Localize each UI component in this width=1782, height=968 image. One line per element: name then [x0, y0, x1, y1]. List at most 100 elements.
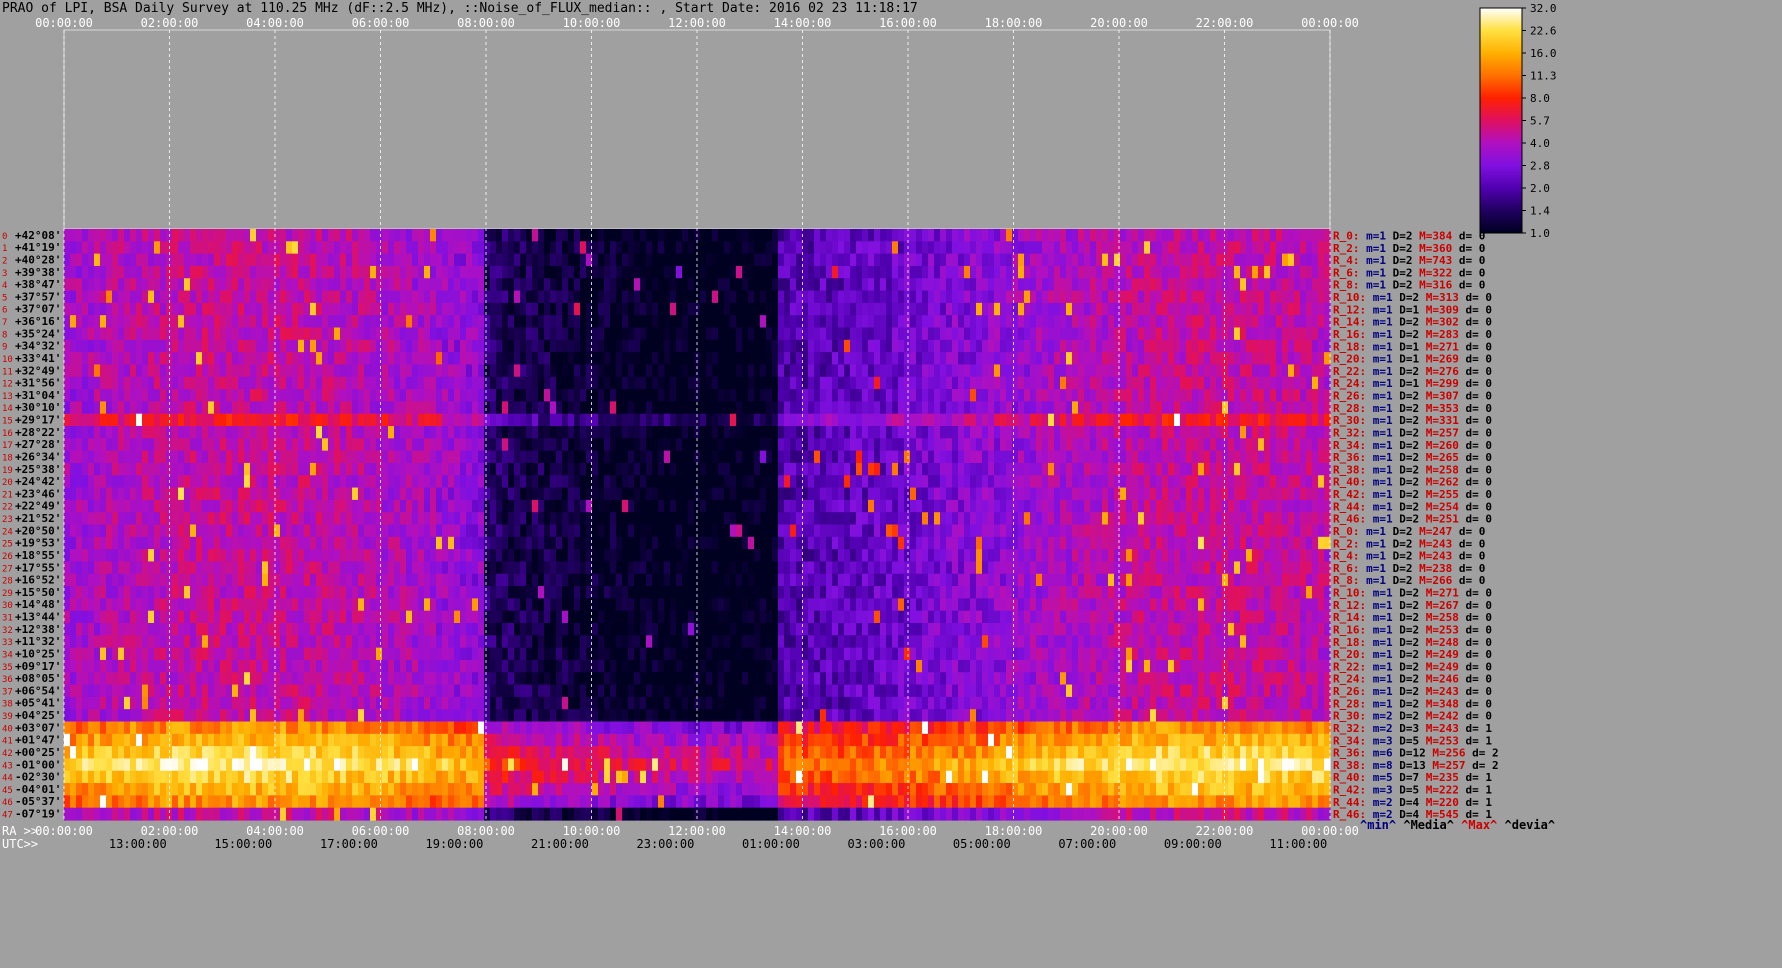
heatmap-cell: [370, 376, 377, 390]
heatmap-cell: [640, 438, 647, 452]
heatmap-cell: [214, 462, 221, 476]
heatmap-cell: [388, 475, 395, 489]
heatmap-cell: [448, 364, 455, 378]
heatmap-cell: [1300, 364, 1307, 378]
heatmap-cell: [148, 462, 155, 476]
heatmap-cell: [1300, 229, 1307, 242]
heatmap-cell: [742, 462, 749, 476]
heatmap-cell: [346, 253, 353, 267]
heatmap-cell: [766, 413, 773, 427]
heatmap-cell: [112, 450, 119, 464]
heatmap-cell: [1162, 315, 1169, 329]
heatmap-cell: [472, 278, 479, 292]
heatmap-cell: [1000, 376, 1007, 390]
heatmap-cell: [1282, 376, 1289, 390]
heatmap-cell: [220, 278, 227, 292]
heatmap-cell: [262, 229, 269, 242]
heatmap-cell: [616, 438, 623, 452]
heatmap-cell: [472, 327, 479, 341]
heatmap-cell: [382, 265, 389, 279]
heatmap-cell: [706, 413, 713, 427]
heatmap-cell: [136, 253, 143, 267]
heatmap-cell: [1090, 462, 1097, 476]
heatmap-cell: [886, 401, 893, 415]
heatmap-cell: [976, 499, 983, 513]
heatmap-cell: [112, 302, 119, 316]
heatmap-cell: [352, 327, 359, 341]
heatmap-cell: [688, 401, 695, 415]
heatmap-cell: [394, 229, 401, 242]
heatmap-cell: [124, 352, 131, 366]
heatmap-cell: [706, 462, 713, 476]
heatmap-cell: [652, 352, 659, 366]
heatmap-cell: [466, 265, 473, 279]
heatmap-cell: [1048, 352, 1055, 366]
heatmap-cell: [184, 462, 191, 476]
heatmap-cell: [352, 401, 359, 415]
heatmap-cell: [778, 462, 785, 476]
heatmap-cell: [1252, 327, 1259, 341]
heatmap-cell: [820, 413, 827, 427]
heatmap-cell: [262, 278, 269, 292]
heatmap-cell: [916, 253, 923, 267]
heatmap-cell: [64, 352, 71, 366]
heatmap-cell: [1210, 278, 1217, 292]
heatmap-cell: [976, 253, 983, 267]
heatmap-cell: [1282, 265, 1289, 279]
heatmap-cell: [886, 475, 893, 489]
heatmap-cell: [358, 290, 365, 304]
heatmap-cell: [622, 315, 629, 329]
heatmap-cell: [436, 302, 443, 316]
heatmap-cell: [988, 278, 995, 292]
heatmap-cell: [88, 376, 95, 390]
heatmap-cell: [1234, 253, 1241, 267]
heatmap-cell: [862, 278, 869, 292]
heatmap-cell: [382, 290, 389, 304]
heatmap-cell: [286, 376, 293, 390]
heatmap-cell: [154, 487, 161, 501]
heatmap-cell: [754, 401, 761, 415]
heatmap-cell: [628, 438, 635, 452]
heatmap-cell: [406, 376, 413, 390]
heatmap-cell: [952, 265, 959, 279]
heatmap-cell: [1186, 241, 1193, 255]
heatmap-cell: [1180, 339, 1187, 353]
heatmap-cell: [994, 352, 1001, 366]
heatmap-cell: [136, 487, 143, 501]
heatmap-cell: [580, 450, 587, 464]
heatmap-cell: [490, 352, 497, 366]
heatmap-cell: [520, 512, 527, 526]
heatmap-cell: [970, 290, 977, 304]
heatmap-cell: [1216, 339, 1223, 353]
heatmap-cell: [178, 265, 185, 279]
heatmap-cell: [316, 302, 323, 316]
heatmap-cell: [400, 352, 407, 366]
heatmap-cell: [898, 290, 905, 304]
heatmap-cell: [1096, 475, 1103, 489]
heatmap-cell: [466, 241, 473, 255]
heatmap-cell: [310, 413, 317, 427]
heatmap-cell: [904, 426, 911, 439]
heatmap-cell: [394, 462, 401, 476]
heatmap-cell: [934, 401, 941, 415]
heatmap-cell: [508, 487, 515, 501]
heatmap-cell: [646, 413, 653, 427]
heatmap-cell: [1240, 401, 1247, 415]
heatmap-cell: [790, 462, 797, 476]
heatmap-cell: [268, 413, 275, 427]
heatmap-cell: [730, 499, 737, 513]
heatmap-cell: [262, 462, 269, 476]
heatmap-cell: [424, 364, 431, 378]
heatmap-cell: [334, 327, 341, 341]
heatmap-cell: [322, 278, 329, 292]
heatmap-cell: [244, 265, 251, 279]
heatmap-cell: [766, 327, 773, 341]
heatmap-cell: [814, 401, 821, 415]
heatmap-cell: [982, 438, 989, 452]
heatmap-cell: [184, 389, 191, 402]
heatmap-cell: [202, 450, 209, 464]
heatmap-cell: [112, 339, 119, 353]
heatmap-cell: [910, 339, 917, 353]
heatmap-cell: [76, 339, 83, 353]
heatmap-cell: [370, 475, 377, 489]
